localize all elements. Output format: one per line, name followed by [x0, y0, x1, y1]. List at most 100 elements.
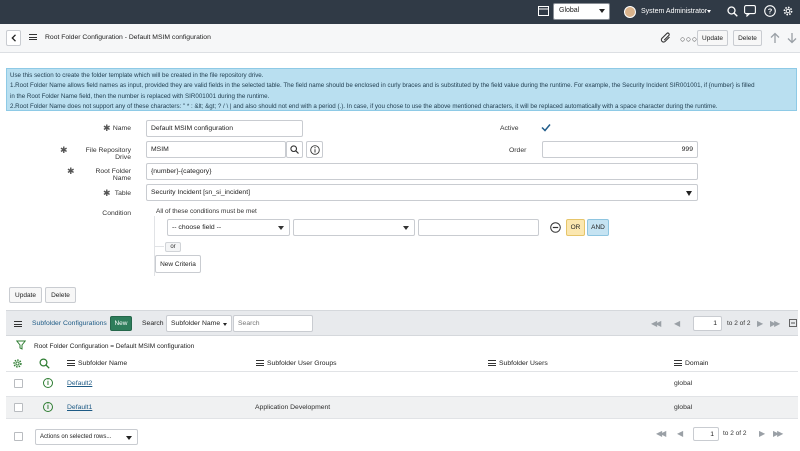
last-page-icon[interactable]: ▶▶: [770, 319, 780, 328]
and-button[interactable]: AND: [587, 219, 609, 236]
choose-field-select[interactable]: -- choose field --: [167, 219, 290, 236]
form-update-button[interactable]: Update: [9, 287, 42, 303]
table-label: Table: [114, 190, 131, 197]
chevron-down-icon: [278, 226, 284, 230]
collapse-icon[interactable]: [789, 319, 797, 329]
preview-record-button[interactable]: [306, 141, 323, 158]
related-list-title[interactable]: Subfolder Configurations: [32, 320, 107, 327]
update-button[interactable]: Update: [697, 30, 728, 46]
new-criteria-button[interactable]: New Criteria: [155, 255, 201, 273]
gear-icon[interactable]: [782, 5, 794, 19]
root-folder-label: Root Folder Name: [95, 168, 131, 182]
first-page-icon[interactable]: ◀◀: [656, 429, 666, 438]
search-label: Search: [142, 320, 164, 327]
next-page-icon[interactable]: ▶: [757, 319, 763, 328]
info-line-3: in the Root Folder Name field, then the …: [10, 92, 270, 100]
drive-input[interactable]: MSIM: [146, 141, 286, 158]
column-header-domain[interactable]: Domain: [685, 360, 708, 367]
chevron-down-icon: [403, 226, 409, 230]
row-domain: global: [674, 404, 693, 411]
search-columns-icon[interactable]: [39, 358, 50, 371]
root-folder-input[interactable]: {number}-{category}: [146, 163, 698, 180]
scope-select[interactable]: Global: [553, 3, 610, 20]
row-checkbox[interactable]: [14, 403, 23, 412]
actions-select-value: Actions on selected rows...: [40, 434, 112, 440]
more-options-icon[interactable]: ○○○: [680, 35, 698, 44]
column-menu-icon[interactable]: [674, 360, 682, 367]
hamburger-menu-icon[interactable]: [29, 34, 37, 41]
active-label: Active: [500, 125, 519, 132]
table-row: i Default1 Application Development globa…: [6, 396, 798, 419]
order-input[interactable]: 999: [542, 141, 698, 158]
row-checkbox[interactable]: [14, 379, 23, 388]
user-menu-chevron-icon[interactable]: [707, 10, 711, 13]
breadcrumb[interactable]: Root Folder Configuration = Default MSIM…: [34, 343, 194, 350]
remove-condition-icon[interactable]: [550, 222, 561, 235]
search-input[interactable]: [233, 315, 313, 332]
active-checkbox[interactable]: [541, 123, 551, 134]
avatar[interactable]: [624, 6, 636, 18]
column-header-user-groups[interactable]: Subfolder User Groups: [267, 360, 337, 367]
column-header-users[interactable]: Subfolder Users: [499, 360, 548, 367]
row-subfolder-name[interactable]: Default1: [67, 404, 92, 411]
info-line-2: 1.Root Folder Name allows field names as…: [10, 82, 755, 90]
delete-button[interactable]: Delete: [733, 30, 762, 46]
user-name[interactable]: System Administrator: [641, 8, 707, 15]
list-settings-icon[interactable]: [12, 358, 23, 371]
mandatory-icon: ✱: [60, 145, 68, 155]
row-subfolder-name[interactable]: Default2: [67, 380, 92, 387]
condition-label: Condition: [102, 210, 131, 217]
last-page-icon[interactable]: ▶▶: [773, 429, 783, 438]
name-label: Name: [112, 125, 131, 132]
attachment-icon[interactable]: [660, 32, 672, 46]
column-menu-icon[interactable]: [256, 360, 264, 367]
mandatory-icon: ✱: [103, 188, 111, 198]
prev-page-icon[interactable]: ◀: [677, 429, 683, 438]
search-field-value: Subfolder Name: [171, 320, 221, 327]
search-icon: [290, 145, 299, 154]
first-page-icon[interactable]: ◀◀: [651, 319, 661, 328]
row-domain: global: [674, 380, 693, 387]
actions-select[interactable]: Actions on selected rows...: [35, 429, 138, 445]
lookup-button[interactable]: [286, 141, 303, 158]
prev-page-icon[interactable]: ◀: [674, 319, 680, 328]
condition-value-input[interactable]: [418, 219, 539, 236]
mandatory-icon: ✱: [103, 123, 111, 133]
column-menu-icon[interactable]: [67, 360, 75, 367]
window-icon[interactable]: [538, 6, 549, 20]
page-count: to 2 of 2: [727, 320, 751, 327]
name-input[interactable]: Default MSIM configuration: [146, 120, 303, 137]
search-icon[interactable]: [727, 6, 738, 19]
page-input[interactable]: 1: [693, 316, 722, 331]
help-icon[interactable]: ?: [764, 5, 776, 19]
or-button[interactable]: OR: [566, 219, 585, 236]
form-header: Root Folder Configuration - Default MSIM…: [0, 24, 800, 53]
operator-select[interactable]: [293, 219, 415, 236]
chevron-left-icon: [10, 34, 16, 42]
choose-field-value: -- choose field --: [172, 224, 222, 231]
table-select[interactable]: Security Incident [sn_si_incident]: [146, 184, 698, 201]
footer-page-input[interactable]: 1: [693, 427, 719, 441]
mandatory-icon: ✱: [67, 166, 75, 176]
chevron-down-icon: [223, 323, 227, 326]
footer-page-count: to 2 of 2: [723, 430, 747, 437]
search-field-select[interactable]: Subfolder Name: [166, 315, 232, 332]
list-menu-icon[interactable]: [14, 321, 22, 328]
arrow-up-icon[interactable]: [770, 32, 780, 46]
chat-icon[interactable]: [744, 5, 756, 19]
info-line-1: Use this section to create the folder te…: [10, 72, 264, 79]
next-page-icon[interactable]: ▶: [759, 429, 765, 438]
form-delete-button[interactable]: Delete: [45, 287, 76, 303]
order-label: Order: [509, 147, 527, 154]
arrow-down-icon[interactable]: [787, 32, 797, 46]
column-menu-icon[interactable]: [488, 360, 496, 367]
info-icon[interactable]: i: [43, 378, 53, 388]
conditions-text: All of these conditions must be met: [156, 208, 257, 215]
info-icon[interactable]: i: [43, 402, 53, 412]
select-all-checkbox[interactable]: [14, 432, 23, 441]
new-button[interactable]: New: [110, 316, 132, 331]
column-header-subfolder-name[interactable]: Subfolder Name: [78, 360, 127, 367]
filter-icon[interactable]: [15, 340, 27, 352]
back-button[interactable]: [6, 30, 21, 46]
page-title: Root Folder Configuration - Default MSIM…: [45, 34, 211, 41]
